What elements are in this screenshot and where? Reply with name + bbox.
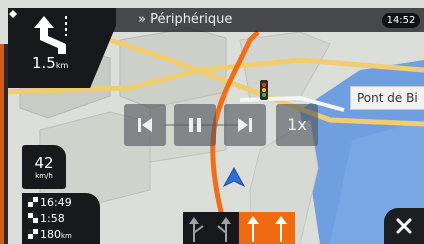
lane-2 — [211, 212, 239, 244]
playback-speed-button[interactable]: 1x — [276, 104, 318, 146]
distance-remaining-row: 180km — [28, 228, 72, 243]
pause-button[interactable] — [174, 104, 216, 146]
close-button[interactable] — [384, 208, 424, 244]
speed-unit: km/h — [35, 172, 53, 180]
compass-icon — [9, 10, 17, 18]
clock: 14:52 — [382, 13, 420, 28]
close-icon — [396, 218, 412, 234]
checkered-flag-icon — [28, 197, 38, 207]
trip-info-panel[interactable]: 16:49 1:58 180km — [22, 193, 100, 244]
hourglass-flag-icon — [28, 213, 38, 223]
time-remaining-row: 1:58 — [28, 212, 65, 226]
previous-track-button[interactable] — [124, 104, 166, 146]
street-name: Périphérique — [150, 12, 233, 27]
distance-remaining-unit: km — [61, 232, 72, 240]
navigation-screen: » Périphérique 14:52 1.5km 42 km/h 16:49… — [0, 0, 424, 244]
lane-straight-icon — [247, 216, 259, 242]
lane-straight-left-icon — [189, 217, 204, 242]
speed-value: 42 — [34, 154, 54, 172]
turn-distance-value: 1.5 — [32, 54, 56, 72]
distance-remaining-value: 180 — [40, 228, 61, 241]
distance-flag-icon — [28, 229, 38, 239]
lane-straight-icon — [275, 216, 287, 242]
skip-forward-icon — [238, 118, 252, 132]
lane-1 — [183, 212, 211, 244]
skip-back-icon — [138, 118, 152, 132]
speed-display: 42 km/h — [22, 145, 66, 189]
arrival-time: 16:49 — [40, 196, 72, 209]
street-prefix: » — [138, 12, 146, 27]
progress-bar-fill — [0, 44, 4, 244]
lane-straight-left-icon — [217, 217, 231, 242]
poi-label[interactable]: Pont de Bi — [350, 86, 424, 110]
pause-icon — [189, 118, 201, 132]
lane-4 — [267, 212, 295, 244]
lane-guidance — [183, 212, 295, 244]
current-street: » Périphérique — [138, 10, 232, 30]
lane-3 — [239, 212, 267, 244]
turn-distance-unit: km — [55, 61, 69, 70]
time-remaining: 1:58 — [40, 212, 65, 225]
arrival-time-row: 16:49 — [28, 196, 72, 210]
next-track-button[interactable] — [224, 104, 266, 146]
next-turn-distance: 1.5km — [32, 54, 68, 75]
keep-left-arrow-icon — [34, 16, 67, 54]
